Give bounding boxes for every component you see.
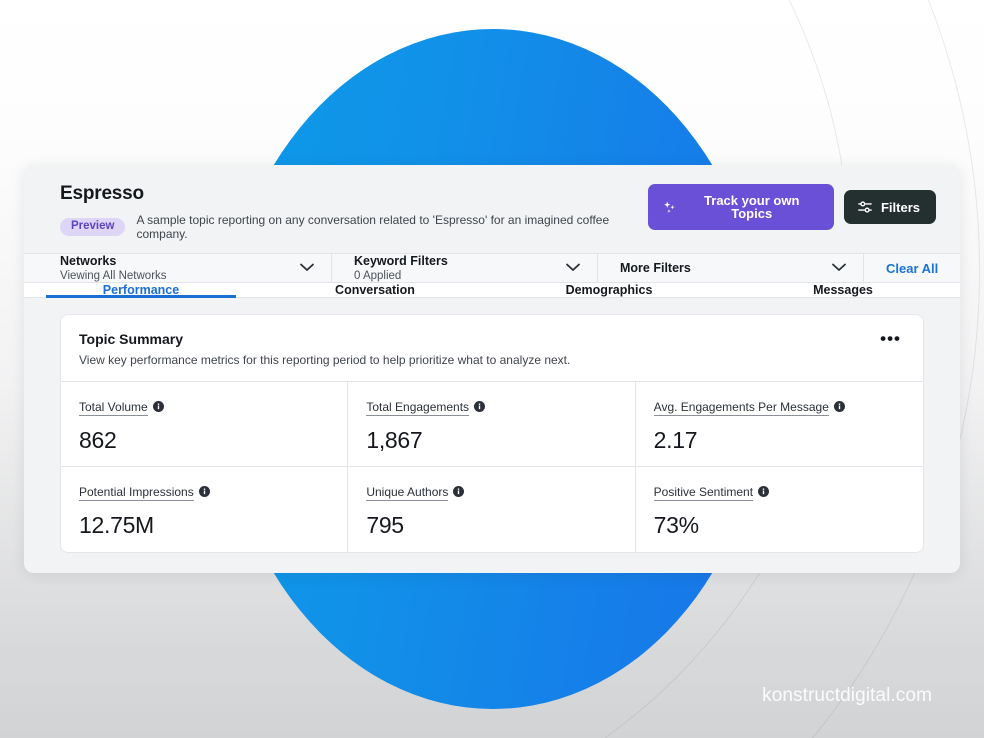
filter-keyword-sub: 0 Applied xyxy=(354,270,402,282)
tab-performance[interactable]: Performance xyxy=(24,283,258,298)
topic-summary-text: Topic Summary View key performance metri… xyxy=(79,331,570,367)
metric-label-row: Potential Impressions xyxy=(79,484,210,502)
filter-networks-labels: Networks Viewing All Networks xyxy=(60,254,167,282)
status-badge: Preview xyxy=(60,217,126,237)
metric-value: 12.75M xyxy=(79,512,154,538)
filter-more[interactable]: More Filters xyxy=(598,254,864,282)
metric-label: Avg. Engagements Per Message xyxy=(653,400,829,416)
metric-label: Positive Sentiment xyxy=(653,485,754,501)
info-icon[interactable] xyxy=(758,484,770,502)
info-icon[interactable] xyxy=(474,399,486,417)
filter-bar: Networks Viewing All Networks Keyword Fi… xyxy=(24,253,960,283)
clear-all-button[interactable]: Clear All xyxy=(864,254,960,282)
metric-label-row: Unique Authors xyxy=(366,484,465,502)
chevron-down-icon xyxy=(565,259,581,277)
info-icon[interactable] xyxy=(152,399,164,417)
metric-value: 862 xyxy=(79,427,117,453)
metric-avg-engagements-per-message: Avg. Engagements Per Message 2.17 xyxy=(635,382,923,467)
topic-summary-card: Topic Summary View key performance metri… xyxy=(60,314,924,553)
track-topics-label: Track your own Topics xyxy=(704,193,800,221)
filter-more-title: More Filters xyxy=(620,261,691,275)
track-topics-button[interactable]: Track your own Topics xyxy=(648,184,834,230)
filter-keyword-title: Keyword Filters xyxy=(354,254,448,268)
filters-label: Filters xyxy=(880,199,920,215)
tab-demographics[interactable]: Demographics xyxy=(492,283,726,297)
metric-label: Total Volume xyxy=(79,400,148,416)
metric-unique-authors: Unique Authors 795 xyxy=(348,467,636,552)
topic-summary-title: Topic Summary xyxy=(79,331,183,347)
filter-keyword[interactable]: Keyword Filters 0 Applied xyxy=(332,254,598,282)
metric-label-row: Positive Sentiment xyxy=(653,484,770,502)
header-actions: Track your own Topics Filters xyxy=(648,182,936,230)
chevron-down-icon xyxy=(831,259,847,277)
tab-conversation[interactable]: Conversation xyxy=(258,283,492,297)
filter-keyword-labels: Keyword Filters 0 Applied xyxy=(354,254,448,282)
sliders-icon xyxy=(857,200,873,214)
sparkle-icon xyxy=(662,200,677,215)
chevron-down-icon xyxy=(299,259,315,277)
filter-more-labels: More Filters xyxy=(620,261,691,275)
info-icon[interactable] xyxy=(198,484,210,502)
filter-networks-title: Networks xyxy=(60,254,117,268)
tab-messages[interactable]: Messages xyxy=(726,283,960,297)
app-window-card: Espresso Preview A sample topic reportin… xyxy=(24,165,960,573)
topic-summary-description: View key performance metrics for this re… xyxy=(79,353,571,367)
metric-value: 2.17 xyxy=(653,427,698,453)
metric-label: Unique Authors xyxy=(366,485,449,501)
info-icon[interactable] xyxy=(453,484,465,502)
metric-label-row: Avg. Engagements Per Message xyxy=(653,399,845,417)
metric-positive-sentiment: Positive Sentiment 73% xyxy=(636,467,923,552)
metric-label-row: Total Engagements xyxy=(366,399,486,417)
metric-potential-impressions: Potential Impressions 12.75M xyxy=(61,467,349,552)
topic-summary-header: Topic Summary View key performance metri… xyxy=(61,315,923,382)
overflow-menu-icon[interactable]: ••• xyxy=(876,330,905,347)
watermark-text: konstructdigital.com xyxy=(762,685,932,706)
metric-value: 1,867 xyxy=(366,427,423,453)
metric-label: Total Engagements xyxy=(366,400,470,416)
metric-value: 73% xyxy=(653,512,699,538)
app-header: Espresso Preview A sample topic reportin… xyxy=(24,165,960,253)
metric-total-engagements: Total Engagements 1,867 xyxy=(348,382,636,467)
filters-button[interactable]: Filters xyxy=(843,190,936,224)
info-icon[interactable] xyxy=(833,399,845,417)
filter-networks[interactable]: Networks Viewing All Networks xyxy=(24,254,332,282)
metric-value: 795 xyxy=(366,512,404,538)
metric-label-row: Total Volume xyxy=(79,399,164,417)
header-left-group: Espresso Preview A sample topic reportin… xyxy=(60,182,648,241)
metrics-grid: Total Volume 862 Total Engagements 1,867… xyxy=(61,382,923,552)
tab-content: Topic Summary View key performance metri… xyxy=(24,298,960,573)
page-subtitle: A sample topic reporting on any conversa… xyxy=(136,213,610,241)
page-title: Espresso xyxy=(60,183,144,204)
tab-bar: Performance Conversation Demographics Me… xyxy=(24,283,960,298)
metric-total-volume: Total Volume 862 xyxy=(61,382,349,467)
subtitle-row: Preview A sample topic reporting on any … xyxy=(60,213,648,241)
metric-label: Potential Impressions xyxy=(79,485,194,501)
filter-networks-sub: Viewing All Networks xyxy=(60,270,167,282)
